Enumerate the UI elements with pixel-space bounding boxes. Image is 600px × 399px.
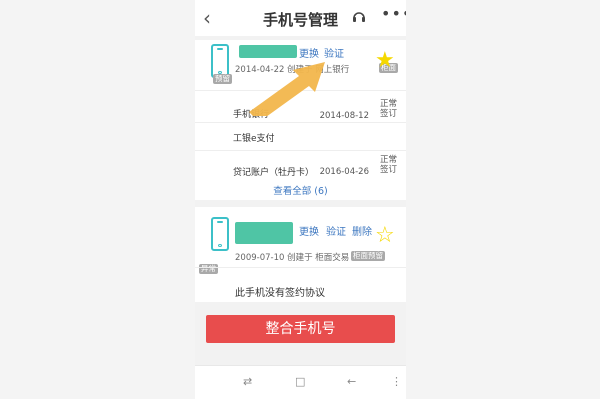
reserved-tag: 柜面预留 bbox=[351, 251, 385, 261]
list-item[interactable]: 工银e支付 bbox=[195, 122, 406, 151]
merge-phone-button[interactable]: 整合手机号 bbox=[206, 315, 395, 343]
mobile-phone-icon bbox=[211, 44, 229, 78]
menu-icon[interactable]: ⋮ bbox=[391, 375, 402, 388]
more-icon[interactable]: ••• bbox=[381, 4, 406, 23]
verify-link[interactable]: 验证 bbox=[326, 223, 346, 238]
replace-link[interactable]: 更换 bbox=[299, 223, 319, 238]
reserved-tag: 预留 bbox=[213, 74, 232, 84]
delete-link[interactable]: 删除 bbox=[352, 223, 372, 238]
star-outline-icon[interactable]: ☆ bbox=[375, 225, 395, 247]
date-text: 2016-04-26 bbox=[319, 167, 369, 177]
mobile-phone-icon bbox=[211, 217, 229, 251]
service-name: 工银e支付 bbox=[233, 134, 275, 144]
created-info: 2009-07-10 创建于 柜面交易 bbox=[235, 253, 350, 263]
system-nav-bar: ⇄ □ ← ⋮ bbox=[195, 365, 406, 399]
service-name: 贷记账户（牡丹卡） bbox=[233, 168, 315, 178]
page-title: 手机号管理 bbox=[262, 11, 338, 29]
divider bbox=[195, 267, 406, 269]
status-text: 正常 签订 bbox=[379, 155, 397, 175]
list-item[interactable]: 贷记账户（牡丹卡） 正常 签订 2016-04-26 bbox=[195, 150, 406, 181]
annotation-arrow-icon bbox=[249, 62, 325, 116]
view-all-link[interactable]: 查看全部 (6) bbox=[195, 183, 406, 197]
back-nav-icon[interactable]: ← bbox=[347, 375, 356, 388]
abnormal-tag: 异常 bbox=[199, 264, 218, 274]
phone-number-card: 更换 验证 删除 ☆ 异常 2009-07-10 创建于 柜面交易 柜面预留 此… bbox=[195, 207, 406, 302]
star-filled-icon[interactable]: ★ bbox=[375, 50, 395, 72]
status-text: 正常 签订 bbox=[379, 99, 397, 119]
masked-phone-number bbox=[235, 222, 293, 244]
phone-screen: ‹ 手机号管理 ••• 更换 验证 2014-04-22 创建于 网上银行 柜面… bbox=[195, 0, 406, 399]
headset-icon[interactable] bbox=[351, 9, 367, 25]
home-icon[interactable]: □ bbox=[295, 375, 305, 388]
no-agreement-note: 此手机没有签约协议 bbox=[235, 288, 325, 299]
recent-apps-icon[interactable]: ⇄ bbox=[243, 375, 252, 388]
top-bar: ‹ 手机号管理 ••• bbox=[195, 0, 406, 36]
masked-phone-number bbox=[239, 45, 297, 58]
